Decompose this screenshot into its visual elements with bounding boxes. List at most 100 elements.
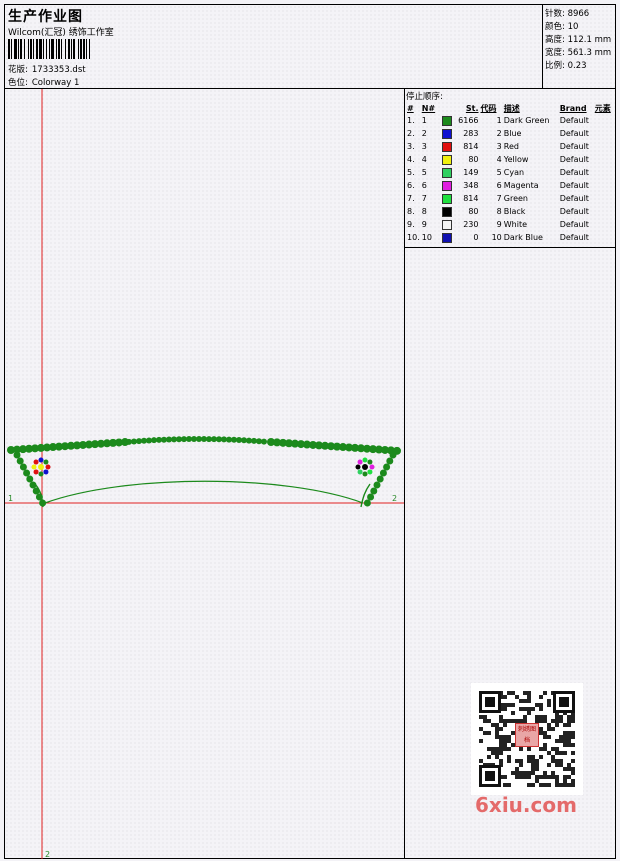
stop-stitches: 283 [441, 127, 479, 140]
height-row: 高度: 112.1 mm [545, 33, 611, 45]
stop-stitches: 80 [441, 205, 479, 218]
qr-logo: 刺绣图档 [515, 723, 539, 747]
stop-needle: 10 [421, 233, 432, 242]
axis-label-left: 1 [8, 494, 13, 503]
stop-code: 4 [496, 155, 502, 164]
stop-description: Cyan [503, 168, 525, 177]
stop-element [594, 218, 615, 231]
stitch-count: 283 [463, 128, 479, 138]
colorway-label: 色位: [8, 78, 28, 88]
width-row: 宽度: 561.3 mm [545, 46, 611, 58]
stitch-count: 80 [468, 206, 479, 216]
stop-needle: 8 [421, 207, 427, 216]
stop-element [594, 140, 615, 153]
stop-code: 1 [496, 116, 502, 125]
stop-description: Dark Green [503, 116, 550, 125]
color-swatch [442, 206, 453, 217]
color-swatch [442, 193, 453, 204]
stop-index: 2. [407, 129, 415, 138]
col-description: 描述 [503, 103, 520, 113]
stop-description: Black [503, 207, 526, 216]
stop-code: 2 [496, 129, 502, 138]
page-title: 生产作业图 [8, 9, 83, 25]
stop-stitches: 348 [441, 179, 479, 192]
color-swatch [442, 219, 453, 230]
design-canvas: 1 2 2 [5, 89, 405, 859]
stop-row: 3. 3 814 3 Red Default [406, 140, 615, 153]
stitch-count: 814 [463, 193, 479, 203]
color-swatch [442, 154, 453, 165]
colorway-row: 色位: Colorway 1 [8, 76, 79, 88]
stop-row: 2. 2 283 2 Blue Default [406, 127, 615, 140]
stop-code: 5 [496, 168, 502, 177]
col-code: 代码 [480, 103, 497, 113]
stop-row: 7. 7 814 7 Green Default [406, 192, 615, 205]
stop-row: 9. 9 230 9 White Default [406, 218, 615, 231]
stop-row: 8. 8 80 8 Black Default [406, 205, 615, 218]
stop-row: 6. 6 348 6 Magenta Default [406, 179, 615, 192]
scale-value: 0.23 [567, 61, 587, 71]
stop-needle: 7 [421, 194, 427, 203]
stop-table-header: # N# St. 代码 描述 Brand 元素 [406, 102, 615, 114]
barcode [8, 39, 148, 59]
stop-brand: Default [559, 220, 589, 229]
stitches-value: 8966 [567, 9, 590, 19]
stop-index: 9. [407, 220, 415, 229]
width-value: 561.3 mm [567, 48, 612, 58]
stop-description: Yellow [503, 155, 529, 164]
production-sheet: 生产作业图 Wilcom(汇冠) 绣饰工作室 花版: 1733353.dst 色位… [4, 4, 616, 859]
qr-code: 刺绣图档 [471, 683, 583, 795]
stitches-row: 针数: 8966 [545, 7, 589, 19]
height-value: 112.1 mm [567, 35, 612, 45]
stop-stitches: 149 [441, 166, 479, 179]
axis-label-bottom: 2 [45, 850, 50, 859]
stop-needle: 4 [421, 155, 427, 164]
stitch-count: 230 [463, 219, 479, 229]
stop-index: 7. [407, 194, 415, 203]
colors-value: 10 [567, 22, 579, 32]
colorway-value: Colorway 1 [31, 78, 80, 88]
design-file-label: 花版: [8, 65, 28, 75]
stop-element [594, 153, 615, 166]
stop-index: 1. [407, 116, 415, 125]
stop-element [594, 205, 615, 218]
color-swatch [442, 180, 453, 191]
stitch-count: 6166 [458, 115, 479, 125]
right-flower-motif [355, 457, 375, 477]
col-needle: N# [421, 103, 436, 113]
stop-row: 5. 5 149 5 Cyan Default [406, 166, 615, 179]
scale-row: 比例: 0.23 [545, 59, 587, 71]
stop-code: 3 [496, 142, 502, 151]
stop-stitches: 814 [441, 192, 479, 205]
stop-needle: 9 [421, 220, 427, 229]
scale-label: 比例: [545, 61, 565, 71]
stop-element [594, 179, 615, 192]
width-label: 宽度: [545, 48, 565, 58]
color-swatch [442, 128, 453, 139]
color-swatch [442, 167, 453, 178]
stop-element [594, 192, 615, 205]
stop-stitches: 0 [441, 231, 479, 244]
height-label: 高度: [545, 35, 565, 45]
stop-needle: 3 [421, 142, 427, 151]
watermark-text: 6xiu.com [475, 793, 577, 817]
stop-stitches: 814 [441, 140, 479, 153]
col-stitches: St. [465, 103, 479, 113]
stop-code: 7 [496, 194, 502, 203]
stop-brand: Default [559, 233, 589, 242]
stop-description: Green [503, 194, 528, 203]
stop-code: 6 [496, 181, 502, 190]
stitch-count: 149 [463, 167, 479, 177]
stop-code: 10 [491, 233, 502, 242]
stop-stitches: 80 [441, 153, 479, 166]
stop-brand: Default [559, 207, 589, 216]
stop-brand: Default [559, 142, 589, 151]
color-swatch [442, 141, 453, 152]
stop-index: 5. [407, 168, 415, 177]
color-swatch [442, 232, 453, 243]
stop-table-divider [405, 247, 615, 248]
stitch-count: 0 [473, 232, 479, 242]
stop-row: 4. 4 80 4 Yellow Default [406, 153, 615, 166]
stop-description: Magenta [503, 181, 539, 190]
stop-index: 10. [407, 233, 420, 242]
